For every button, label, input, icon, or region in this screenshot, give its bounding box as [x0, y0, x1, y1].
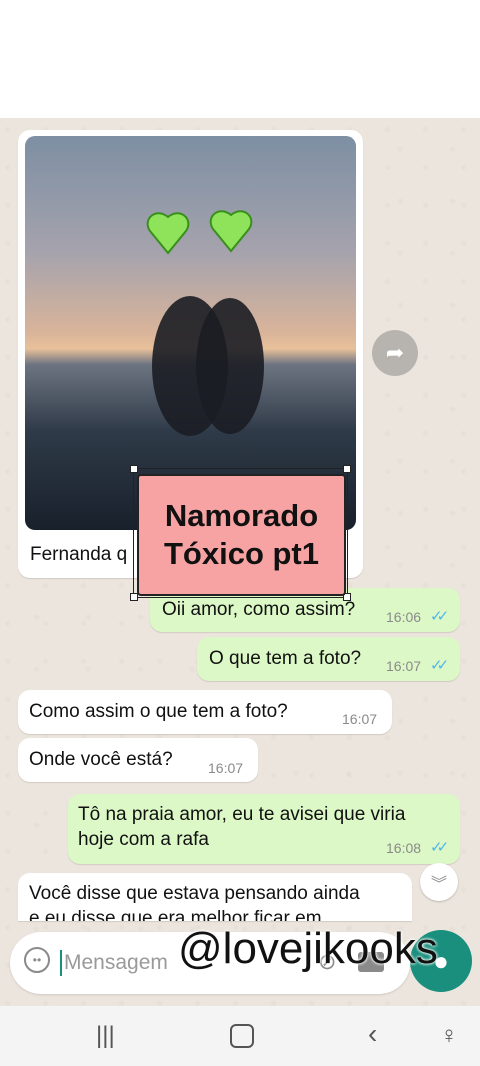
message-text-line: hoje com a rafa: [78, 829, 209, 850]
message-text: Onde você está?: [29, 749, 173, 770]
read-ticks-icon: ✓✓: [430, 839, 449, 856]
message-text: Oii amor, como assim?: [162, 599, 356, 620]
photo-caption: Fernanda q: [30, 544, 128, 565]
home-icon[interactable]: [230, 1024, 254, 1048]
message-text-line: Você disse que estava pensando ainda: [29, 883, 360, 904]
read-ticks-icon: ✓✓: [430, 657, 449, 674]
message-time: 16:07: [208, 760, 244, 776]
read-ticks-icon: ✓✓: [430, 608, 449, 625]
message-text: Como assim o que tem a foto?: [29, 701, 288, 722]
text-cursor: [60, 950, 62, 976]
message-text: O que tem a foto?: [209, 648, 362, 669]
chevron-down-icon: ︾: [430, 876, 447, 893]
sticker-line: Namorado: [164, 498, 319, 533]
forward-icon: ➦: [385, 340, 405, 365]
message-incoming[interactable]: Como assim o que tem a foto? 16:07: [18, 690, 392, 734]
title-sticker[interactable]: Namorado Tóxico pt1: [137, 474, 346, 596]
emoji-icon[interactable]: ••: [24, 947, 50, 973]
message-time: 16:08: [386, 840, 422, 856]
message-outgoing[interactable]: Tô na praia amor, eu te avisei que viria…: [68, 794, 460, 864]
message-incoming[interactable]: Você disse que estava pensando ainda e e…: [18, 873, 412, 921]
scroll-down-button[interactable]: ︾: [420, 863, 458, 901]
message-outgoing[interactable]: O que tem a foto? 16:07 ✓✓: [197, 637, 460, 681]
back-icon[interactable]: ‹: [368, 1018, 377, 1050]
watermark: @lovejikooks: [178, 924, 438, 973]
message-incoming[interactable]: Onde você está? 16:07: [18, 738, 258, 782]
message-text-line: Tô na praia amor, eu te avisei que viria: [78, 804, 406, 825]
message-text-line: e eu disse que era melhor ficar em: [29, 908, 322, 921]
message-time: 16:07: [386, 658, 422, 674]
message-input[interactable]: Mensagem: [64, 951, 168, 975]
resize-handle[interactable]: [130, 465, 138, 473]
system-navigation-bar: ||| ‹ ♀: [0, 1006, 480, 1066]
message-time: 16:07: [342, 711, 378, 727]
accessibility-icon[interactable]: ♀: [440, 1022, 458, 1050]
recent-apps-icon[interactable]: |||: [96, 1022, 115, 1050]
sticker-line: Tóxico pt1: [163, 536, 319, 571]
resize-handle[interactable]: [343, 465, 351, 473]
forward-button[interactable]: ➦: [372, 330, 418, 376]
message-time: 16:06: [386, 609, 422, 625]
